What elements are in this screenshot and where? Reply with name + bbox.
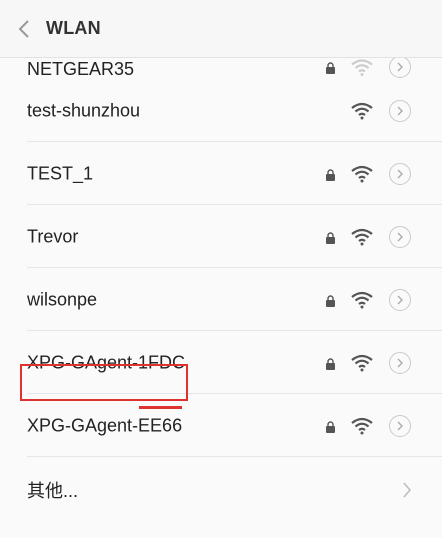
chevron-left-icon xyxy=(18,19,29,38)
network-row[interactable]: Trevor xyxy=(0,205,442,268)
network-details-button[interactable] xyxy=(389,99,411,122)
chevron-right-icon xyxy=(397,106,403,115)
wifi-strong-icon xyxy=(351,165,373,182)
network-name: NETGEAR35 xyxy=(27,59,135,79)
network-row[interactable]: wilsonpe xyxy=(0,268,442,331)
chevron-right-icon xyxy=(397,358,403,367)
wifi-strong-icon xyxy=(351,291,373,308)
network-row[interactable]: NETGEAR35 xyxy=(0,56,442,79)
lock-icon xyxy=(326,168,335,181)
highlight-annotation-underline xyxy=(139,406,182,409)
other-networks-label: 其他... xyxy=(27,480,79,501)
other-networks-item[interactable]: 其他... xyxy=(0,457,442,522)
wifi-strong-icon xyxy=(351,354,373,371)
lock-icon xyxy=(326,231,335,244)
network-row[interactable]: XPG-GAgent-EE66 xyxy=(0,394,442,457)
network-details-button[interactable] xyxy=(389,414,411,437)
chevron-right-icon xyxy=(397,421,403,430)
network-row[interactable]: TEST_1 xyxy=(0,142,442,205)
chevron-right-icon xyxy=(403,482,411,497)
wifi-strong-icon xyxy=(351,417,373,434)
network-name: test-shunzhou xyxy=(27,100,141,120)
network-name: TEST_1 xyxy=(27,163,94,183)
network-name: Trevor xyxy=(27,226,79,246)
lock-icon xyxy=(326,62,335,74)
page-title: WLAN xyxy=(46,18,101,38)
network-name: wilsonpe xyxy=(27,289,98,309)
chevron-right-icon xyxy=(397,295,403,304)
network-details-button[interactable] xyxy=(389,56,411,78)
title-bar: WLAN xyxy=(0,0,442,58)
back-button[interactable] xyxy=(2,0,46,58)
wifi-weak-icon xyxy=(351,59,373,76)
network-details-button[interactable] xyxy=(389,288,411,311)
network-details-button[interactable] xyxy=(389,351,411,374)
chevron-right-icon xyxy=(397,169,403,178)
lock-icon xyxy=(326,357,335,370)
network-name: XPG-GAgent-EE66 xyxy=(27,415,183,435)
network-details-button[interactable] xyxy=(389,225,411,248)
highlight-annotation-box xyxy=(20,364,188,401)
chevron-right-icon xyxy=(397,62,403,72)
network-details-button[interactable] xyxy=(389,162,411,185)
wifi-strong-icon xyxy=(351,228,373,245)
wifi-strong-icon xyxy=(351,102,373,119)
wifi-network-list: NETGEAR35 test-shunzhou TEST_1 Trevor wi… xyxy=(0,56,442,522)
network-row[interactable]: test-shunzhou xyxy=(0,79,442,142)
chevron-right-icon xyxy=(397,232,403,241)
lock-icon xyxy=(326,420,335,433)
lock-icon xyxy=(326,294,335,307)
